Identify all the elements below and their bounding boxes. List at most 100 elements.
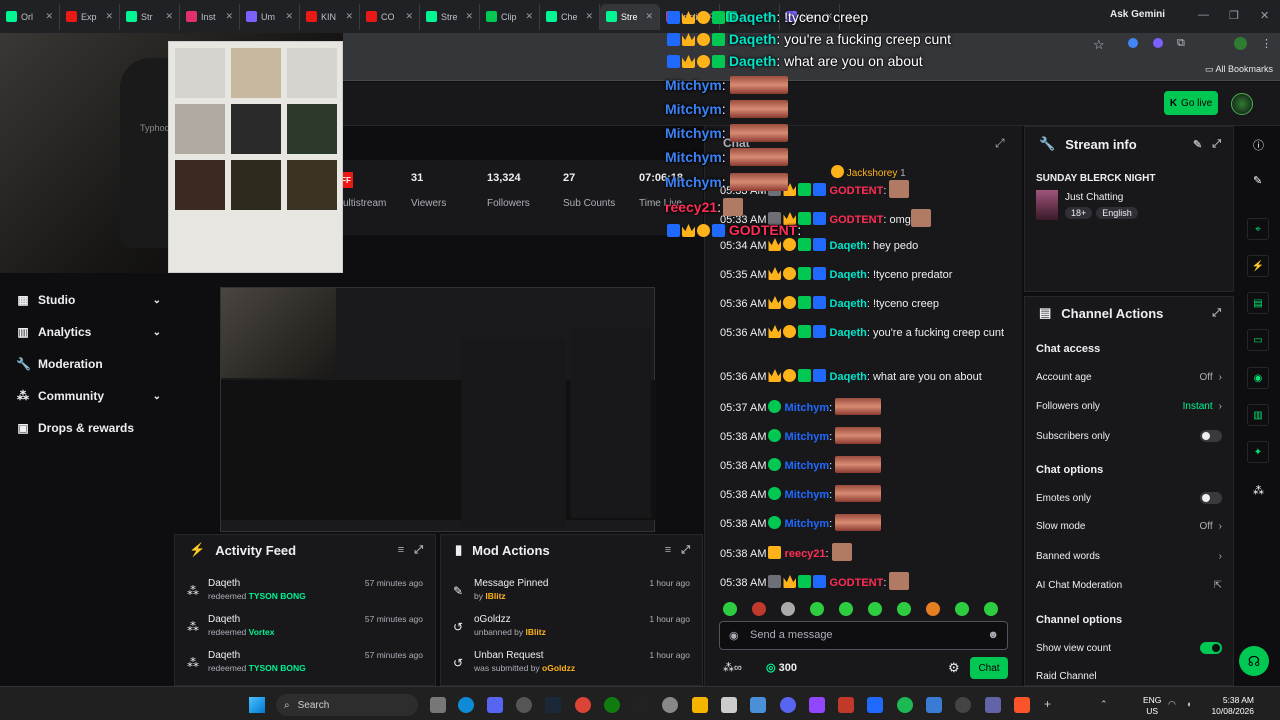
tab-close-icon[interactable]: ✕ [105, 11, 113, 22]
tab-close-icon[interactable]: ✕ [525, 11, 533, 22]
tab-close-icon[interactable]: ✕ [465, 11, 473, 22]
volume-icon[interactable]: ◖ [1186, 699, 1191, 709]
popout-icon[interactable]: ⤢ [681, 544, 690, 557]
chat-message[interactable]: 05:38 AM reecy21: [720, 543, 1010, 562]
activity-item[interactable]: ⁂ Daqeth redeemed TYSON BONG 57 minutes ago [187, 650, 423, 680]
mod-action-item[interactable]: ✎ Message Pinned by lBlitz 1 hour ago [453, 578, 690, 608]
raid-channel-row[interactable]: Raid Channel [1036, 671, 1222, 682]
system-clock[interactable]: 5:38 AM 10/08/2026 [1204, 695, 1254, 717]
wrench-icon[interactable]: ✦ [1247, 441, 1269, 463]
app-icon[interactable] [721, 697, 737, 713]
chat-username[interactable]: Daqeth [830, 240, 867, 252]
nav-item-studio[interactable]: ▦ Studio ⌄ [16, 290, 161, 310]
category-name[interactable]: Just Chatting [1065, 192, 1123, 203]
chat-emote[interactable] [889, 572, 910, 590]
taskbar-search[interactable]: ⌕ Search [276, 694, 418, 716]
chat-message[interactable]: 05:38 AM Mitchym: [720, 514, 1010, 532]
chat-username[interactable]: Mitchym [785, 431, 830, 443]
app-icon[interactable] [516, 697, 532, 713]
chat-message[interactable]: 05:34 AM Daqeth: hey pedo [720, 238, 1010, 254]
app-icon[interactable] [487, 697, 503, 713]
browser-tab[interactable]: Stre ✕ [600, 3, 660, 30]
popout-icon[interactable]: ⤢ [414, 544, 423, 557]
app-icon[interactable] [985, 697, 1001, 713]
file-explorer-icon[interactable] [692, 697, 708, 713]
chat-username[interactable]: Daqeth [830, 298, 867, 310]
app-icon[interactable] [750, 697, 766, 713]
steam-icon[interactable] [545, 697, 561, 713]
show-view-count-toggle[interactable] [1200, 642, 1222, 654]
chat-username[interactable]: Mitchym [785, 489, 830, 501]
bookmark-star-icon[interactable]: ☆ [1093, 37, 1105, 53]
edge-icon[interactable] [458, 697, 474, 713]
nav-item-community[interactable]: ⁂ Community ⌄ [16, 386, 161, 406]
channel-points[interactable]: ◎ 300 [766, 661, 797, 674]
category-boxart[interactable] [1036, 190, 1058, 220]
close-icon[interactable]: ✕ [1260, 9, 1269, 22]
popout-icon[interactable]: ⤢ [1212, 138, 1221, 151]
activity-item[interactable]: ⁂ Daqeth redeemed Vortex 57 minutes ago [187, 614, 423, 644]
discord-icon[interactable] [780, 697, 796, 713]
app-icon[interactable] [838, 697, 854, 713]
emote-picker-icon[interactable]: ☻ [987, 629, 999, 641]
pencil-icon[interactable]: ✎ [1253, 174, 1262, 187]
info-icon[interactable]: ⓘ [1253, 137, 1264, 153]
tab-close-icon[interactable]: ✕ [645, 11, 653, 22]
chat-message[interactable]: 05:35 AM Daqeth: !tyceno predator [720, 267, 1010, 283]
ask-gemini-button[interactable]: Ask Gemini [1110, 9, 1165, 20]
broadcast-icon[interactable]: ◉ [1247, 367, 1269, 389]
obs-icon[interactable] [955, 697, 971, 713]
puzzle-icon[interactable]: ⧉ [1177, 37, 1185, 50]
tab-close-icon[interactable]: ✕ [585, 11, 593, 22]
chat-username[interactable]: Mitchym [785, 460, 830, 472]
profile-icon[interactable] [1234, 37, 1247, 50]
settings-icon[interactable] [662, 697, 678, 713]
ai-moderation-row[interactable]: AI Chat Moderation ⇱ [1036, 580, 1222, 591]
chat-settings-icon[interactable]: ◉ [729, 629, 739, 642]
chat-username[interactable]: Daqeth [830, 327, 867, 339]
clip-icon[interactable]: ⌖ [1247, 218, 1269, 240]
mod-action-item[interactable]: ↺ oGoldzz unbanned by lBlitz 1 hour ago [453, 614, 690, 644]
tab-close-icon[interactable]: ✕ [165, 11, 173, 22]
activity-user[interactable]: Daqeth [208, 614, 240, 625]
menu-icon[interactable]: ⋮ [1261, 37, 1272, 50]
xbox-icon[interactable] [604, 697, 620, 713]
browser-tab[interactable]: Che ✕ [540, 3, 600, 30]
activity-item[interactable]: ⁂ Daqeth redeemed TYSON BONG 57 minutes ago [187, 578, 423, 608]
go-live-button[interactable]: K Go live [1164, 91, 1218, 115]
multistream-label[interactable]: ultistream [343, 198, 386, 209]
tag[interactable]: 18+ [1065, 207, 1093, 219]
twitch-icon[interactable] [809, 697, 825, 713]
chevron-down-icon[interactable]: ⌄ [153, 391, 161, 402]
browser-tab[interactable]: Um ✕ [240, 3, 300, 30]
mod-action-item[interactable]: ↺ Unban Request was submitted by oGoldzz 1 … [453, 650, 690, 680]
mod-action-user[interactable]: oGoldzz [542, 663, 575, 673]
chat-message[interactable]: 05:37 AM Mitchym: [720, 398, 1010, 416]
mod-action-user[interactable]: lBlitz [485, 591, 505, 601]
nav-item-moderation[interactable]: 🔧 Moderation [16, 354, 161, 374]
spotify-icon[interactable] [897, 697, 913, 713]
tab-close-icon[interactable]: ✕ [45, 11, 53, 22]
chat-username[interactable]: GODTENT [830, 577, 884, 589]
mod-action-user[interactable]: lBlitz [526, 627, 546, 637]
subscribers-only-toggle[interactable] [1200, 430, 1222, 442]
chat-message[interactable]: 05:36 AM Daqeth: !tyceno creep [720, 296, 1010, 312]
chat-message[interactable]: 05:38 AM Mitchym: [720, 456, 1010, 474]
marker-icon[interactable]: ▥ [1247, 404, 1269, 426]
chat-message[interactable]: 05:38 AM GODTENT: [720, 572, 1010, 591]
chevron-down-icon[interactable]: ⌄ [153, 327, 161, 338]
tab-close-icon[interactable]: ✕ [285, 11, 293, 22]
chat-emote[interactable] [835, 427, 882, 444]
banned-words-row[interactable]: Banned words › [1036, 551, 1222, 562]
chat-emote[interactable] [835, 398, 882, 415]
maximize-icon[interactable]: ❐ [1229, 9, 1239, 22]
filter-icon[interactable]: ≡ [665, 544, 671, 557]
browser-tab[interactable]: Inst ✕ [180, 3, 240, 30]
edit-icon[interactable]: ✎ [1193, 138, 1202, 151]
chevron-up-icon[interactable]: ⌃ [1100, 699, 1108, 710]
chat-bubble-icon[interactable]: ▭ [1247, 329, 1269, 351]
chat-username[interactable]: reecy21 [785, 548, 826, 560]
emotes-only-toggle[interactable] [1200, 492, 1222, 504]
help-chat-icon[interactable]: ☊ [1239, 646, 1269, 676]
chat-emote[interactable] [835, 456, 882, 473]
